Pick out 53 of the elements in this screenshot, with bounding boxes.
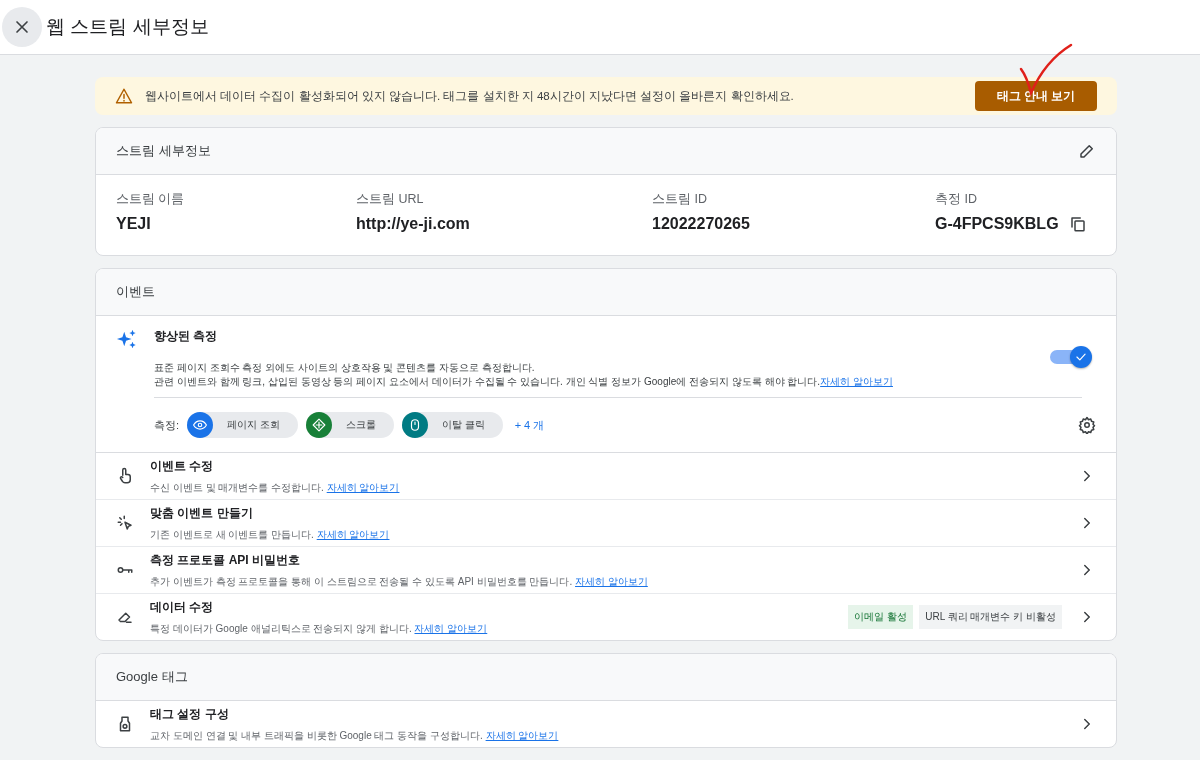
settings-row[interactable]: 맞춤 이벤트 만들기 기존 이벤트로 새 이벤트를 만듭니다. 자세히 알아보기 — [96, 500, 1116, 547]
row-description: 추가 이벤트가 측정 프로토콜을 통해 이 스트림으로 전송될 수 있도록 API 비밀번호를 만듭니다. — [150, 575, 574, 587]
row-title: 데이터 수정 — [150, 598, 215, 616]
learn-more-link[interactable]: 자세히 알아보기 — [485, 729, 559, 741]
learn-more-link[interactable]: 자세히 알아보기 — [326, 481, 400, 493]
settings-row[interactable]: 측정 프로토콜 API 비밀번호 추가 이벤트가 측정 프로토콜을 통해 이 스트림으로 전송될 수 있도록 API 비밀번호를 만듭니다. 자세히 알아보기 — [96, 547, 1116, 594]
close-button[interactable] — [2, 7, 42, 47]
page-title: 웹 스트림 세부정보 — [46, 15, 209, 39]
measurement-chip[interactable]: 페이지 조회 — [187, 412, 298, 438]
measurement-chip[interactable]: 스크롤 — [305, 412, 394, 438]
learn-more-link[interactable]: 자세히 알아보기 — [414, 622, 488, 634]
sparkle-icon — [116, 328, 138, 350]
settings-row[interactable]: 이벤트 수정 수신 이벤트 및 매개변수를 수정합니다. 자세히 알아보기 — [96, 453, 1116, 500]
warning-icon — [115, 87, 133, 105]
card-title: 이벤트 — [116, 283, 155, 301]
field-label: 스트림 URL — [356, 191, 425, 208]
row-description: 기존 이벤트로 새 이벤트를 만듭니다. — [150, 528, 315, 540]
row-title: 태그 설정 구성 — [150, 705, 230, 723]
field-value: 12022270265 — [652, 215, 750, 233]
card-title: Google 태그 — [116, 668, 188, 686]
learn-more-link[interactable]: 자세히 알아보기 — [316, 528, 390, 540]
field-label: 측정 ID — [935, 191, 978, 208]
settings-row[interactable]: 태그 설정 구성 교차 도메인 연결 및 내부 트래픽을 비롯한 Google 태그 동작을 구성합니다. 자세히 알아보기 — [96, 701, 1116, 747]
more-link[interactable]: + 4 개 — [514, 417, 545, 433]
row-description: 특정 데이터가 Google 애널리틱스로 전송되지 않게 합니다. — [150, 622, 413, 634]
tag-guide-button[interactable]: 태그 안내 보기 — [974, 81, 1097, 111]
card-title: 스트림 세부정보 — [116, 142, 211, 160]
toggle-switch[interactable] — [1050, 346, 1092, 368]
field-value: G-4FPCS9KBLG — [935, 215, 1059, 233]
learn-more-link[interactable]: 자세히 알아보기 — [575, 575, 648, 587]
description-text: 표준 페이지 조회수 측정 외에도 사이트의 상호작용 및 콘텐츠를 자동으로 측정합니다. — [154, 361, 536, 375]
copy-icon[interactable] — [1068, 215, 1087, 233]
field-value: http://ye-ji.com — [356, 215, 470, 233]
status-tag: 이메일 활성 — [848, 605, 914, 629]
field-label: 스트림 ID — [652, 191, 708, 208]
edit-icon[interactable] — [1078, 142, 1096, 160]
settings-icon[interactable] — [1078, 416, 1096, 434]
row-title: 측정 프로토콜 API 비밀번호 — [150, 551, 301, 569]
status-tag: URL 쿼리 매개변수 키 비활성 — [919, 605, 1062, 629]
cursor-click-icon — [116, 514, 134, 532]
field-value: YEJI — [116, 215, 151, 233]
measure-label: 측정: — [154, 417, 180, 433]
settings-row[interactable]: 데이터 수정 특정 데이터가 Google 애널리틱스로 전송되지 않게 합니다. 자세히 알아보기 이메일 활성 URL 쿼리 매개변수 키 비활성 — [96, 594, 1116, 640]
row-description: 수신 이벤트 및 매개변수를 수정합니다. — [150, 481, 325, 493]
row-description: 교차 도메인 연결 및 내부 트래픽을 비롯한 Google 태그 동작을 구성합니다. — [150, 729, 484, 741]
measurement-chip[interactable]: 이탈 클릭 — [401, 412, 503, 438]
learn-more-link[interactable]: 자세히 알아보기 — [820, 376, 893, 387]
field-label: 스트림 이름 — [116, 191, 186, 208]
row-title: 맞춤 이벤트 만들기 — [150, 504, 254, 522]
banner-message: 웹사이트에서 데이터 수집이 활성화되어 있지 않습니다. 태그를 설치한 지 48시간이 지났다면 설정이 올바른지 확인하세요. — [145, 88, 795, 104]
description-text: 관련 이벤트와 함께 링크, 삽입된 동영상 등의 페이지 요소에서 데이터가 수집될 수 있습니다. 개인 식별 정보가 Google에 전송되지 않도록 해야 합니다.자세히 알아보기 — [154, 375, 893, 389]
row-title: 이벤트 수정 — [150, 457, 215, 475]
enhanced-measurement-title: 향상된 측정 — [154, 328, 219, 345]
